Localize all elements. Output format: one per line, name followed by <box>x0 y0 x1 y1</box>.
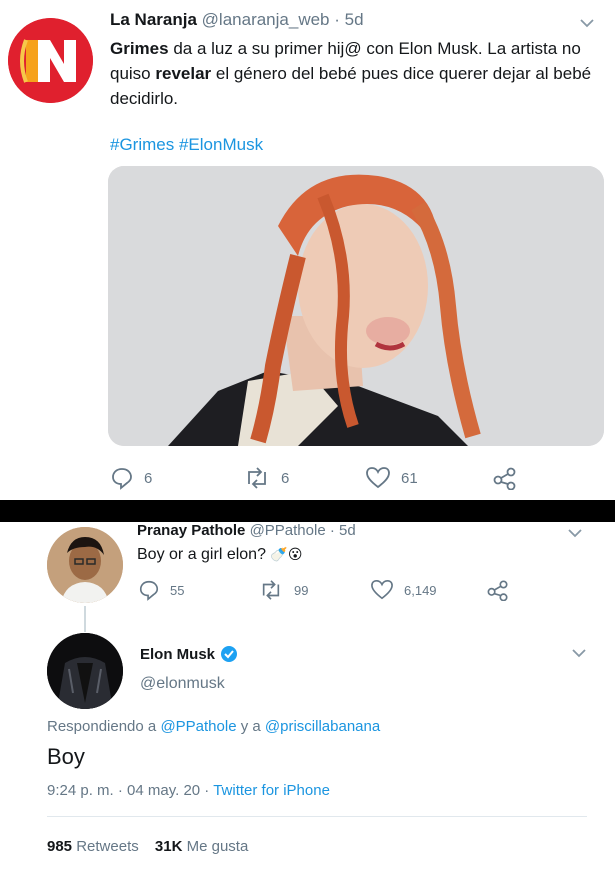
portrait-photo <box>108 166 604 446</box>
chevron-down-icon[interactable] <box>566 524 584 542</box>
like-count: 61 <box>401 469 418 487</box>
thread-connector-line <box>84 606 86 632</box>
hashtag-elonmusk[interactable]: #ElonMusk <box>179 135 263 154</box>
author-name[interactable]: Elon Musk <box>140 646 215 663</box>
share-action[interactable] <box>486 579 520 601</box>
tweet-text: Boy <box>47 744 85 769</box>
like-action[interactable]: 61 <box>365 466 418 490</box>
dot-separator: · <box>329 522 335 539</box>
author-name[interactable]: Pranay Pathole <box>137 522 245 539</box>
hashtag-grimes[interactable]: #Grimes <box>110 135 174 154</box>
replying-to: Respondiendo a @PPathole y a @priscillab… <box>47 718 380 735</box>
share-action[interactable] <box>492 466 528 490</box>
retweets-label[interactable]: Retweets <box>76 838 139 855</box>
profile-photo <box>47 633 123 709</box>
author-handle[interactable]: @elonmusk <box>140 675 225 693</box>
author-name[interactable]: La Naranja <box>110 10 197 29</box>
avatar-la-naranja[interactable] <box>8 18 93 103</box>
divider <box>47 816 587 817</box>
tweet-text-body: Boy or a girl elon? <box>137 546 266 563</box>
retweet-count: 6 <box>281 469 290 487</box>
dot-separator: · <box>334 10 340 29</box>
hashtags: #Grimes #ElonMusk <box>110 135 263 155</box>
mention-priscillabanana[interactable]: @priscillabanana <box>265 718 380 735</box>
reply-icon <box>112 468 132 490</box>
likes-label[interactable]: Me gusta <box>187 838 249 855</box>
tweet-header: Pranay Pathole @PPathole · 5d <box>137 522 356 539</box>
tweet-image[interactable] <box>108 166 604 446</box>
like-count: 6,149 <box>404 582 437 598</box>
tweet-header: La Naranja @lanaranja_web · 5d <box>110 10 364 30</box>
chevron-down-icon[interactable] <box>578 14 596 32</box>
retweet-count: 99 <box>294 582 309 598</box>
reply-action[interactable]: 55 <box>138 579 184 601</box>
tweet-time[interactable]: 5d <box>339 522 356 539</box>
profile-photo <box>47 527 123 603</box>
text-bold-grimes: Grimes <box>110 39 169 58</box>
author-name-row: Elon Musk <box>140 645 238 663</box>
retweet-icon <box>248 467 266 489</box>
retweet-action[interactable]: 6 <box>243 466 289 490</box>
reply-count: 55 <box>170 582 185 598</box>
reply-icon <box>139 580 159 601</box>
author-handle[interactable]: @lanaranja_web <box>202 10 330 29</box>
share-icon <box>487 580 508 601</box>
verified-badge-icon <box>221 646 238 662</box>
retweets-count[interactable]: 985 <box>47 838 72 855</box>
likes-count[interactable]: 31K <box>155 838 183 855</box>
emoji: 🍼😮 <box>270 546 303 562</box>
like-action[interactable]: 6,149 <box>370 579 437 601</box>
timestamp[interactable]: 9:24 p. m. · 04 may. 20 · <box>47 782 213 799</box>
tweet-time[interactable]: 5d <box>345 10 364 29</box>
author-handle[interactable]: @PPathole <box>250 522 326 539</box>
la-naranja-logo <box>8 18 93 103</box>
tweet-text: Boy or a girl elon? 🍼😮 <box>137 546 302 564</box>
reply-count: 6 <box>144 469 153 487</box>
avatar-elon-musk[interactable] <box>47 633 123 709</box>
share-icon <box>493 467 516 490</box>
like-icon <box>371 580 393 600</box>
like-icon <box>366 467 390 489</box>
retweet-icon <box>262 580 280 600</box>
tweet-text: Grimes da a luz a su primer hij@ con Elo… <box>110 36 605 111</box>
screenshot-divider <box>0 500 615 522</box>
avatar-pranay-pathole[interactable] <box>47 527 123 603</box>
tweet-timestamp: 9:24 p. m. · 04 may. 20 · Twitter for iP… <box>47 782 330 799</box>
tweet-stats: 985 Retweets 31K Me gusta <box>47 838 248 855</box>
tweet-source[interactable]: Twitter for iPhone <box>213 782 330 799</box>
reply-prefix: Respondiendo a <box>47 718 161 735</box>
retweet-action[interactable]: 99 <box>258 579 308 601</box>
chevron-down-icon[interactable] <box>570 644 588 662</box>
reply-and: y a <box>236 718 265 735</box>
text-bold-revelar: revelar <box>155 64 212 83</box>
mention-ppathole[interactable]: @PPathole <box>160 718 236 735</box>
reply-action[interactable]: 6 <box>110 466 152 490</box>
